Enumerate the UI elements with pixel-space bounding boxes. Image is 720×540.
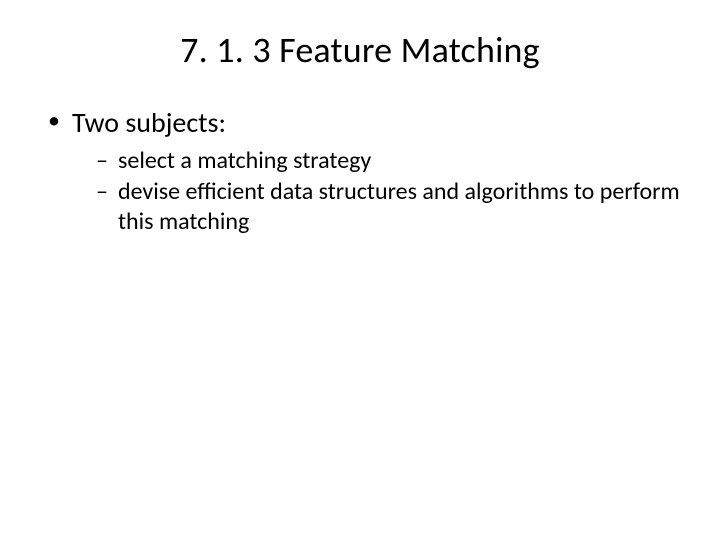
list-item: devise efficient data structures and alg… [94, 177, 692, 236]
list-item: Two subjects: select a matching strategy… [42, 106, 692, 236]
list-item: select a matching strategy [94, 146, 692, 175]
bullet-text: Two subjects: [72, 105, 226, 140]
bullet-text: select a matching strategy [118, 146, 371, 175]
bullet-list-level2: select a matching strategy devise effici… [72, 146, 692, 236]
slide-title: 7. 1. 3 Feature Matching [28, 28, 692, 72]
bullet-list-level1: Two subjects: select a matching strategy… [28, 106, 692, 236]
slide-container: 7. 1. 3 Feature Matching Two subjects: s… [0, 0, 720, 540]
bullet-text: devise efficient data structures and alg… [118, 177, 680, 235]
